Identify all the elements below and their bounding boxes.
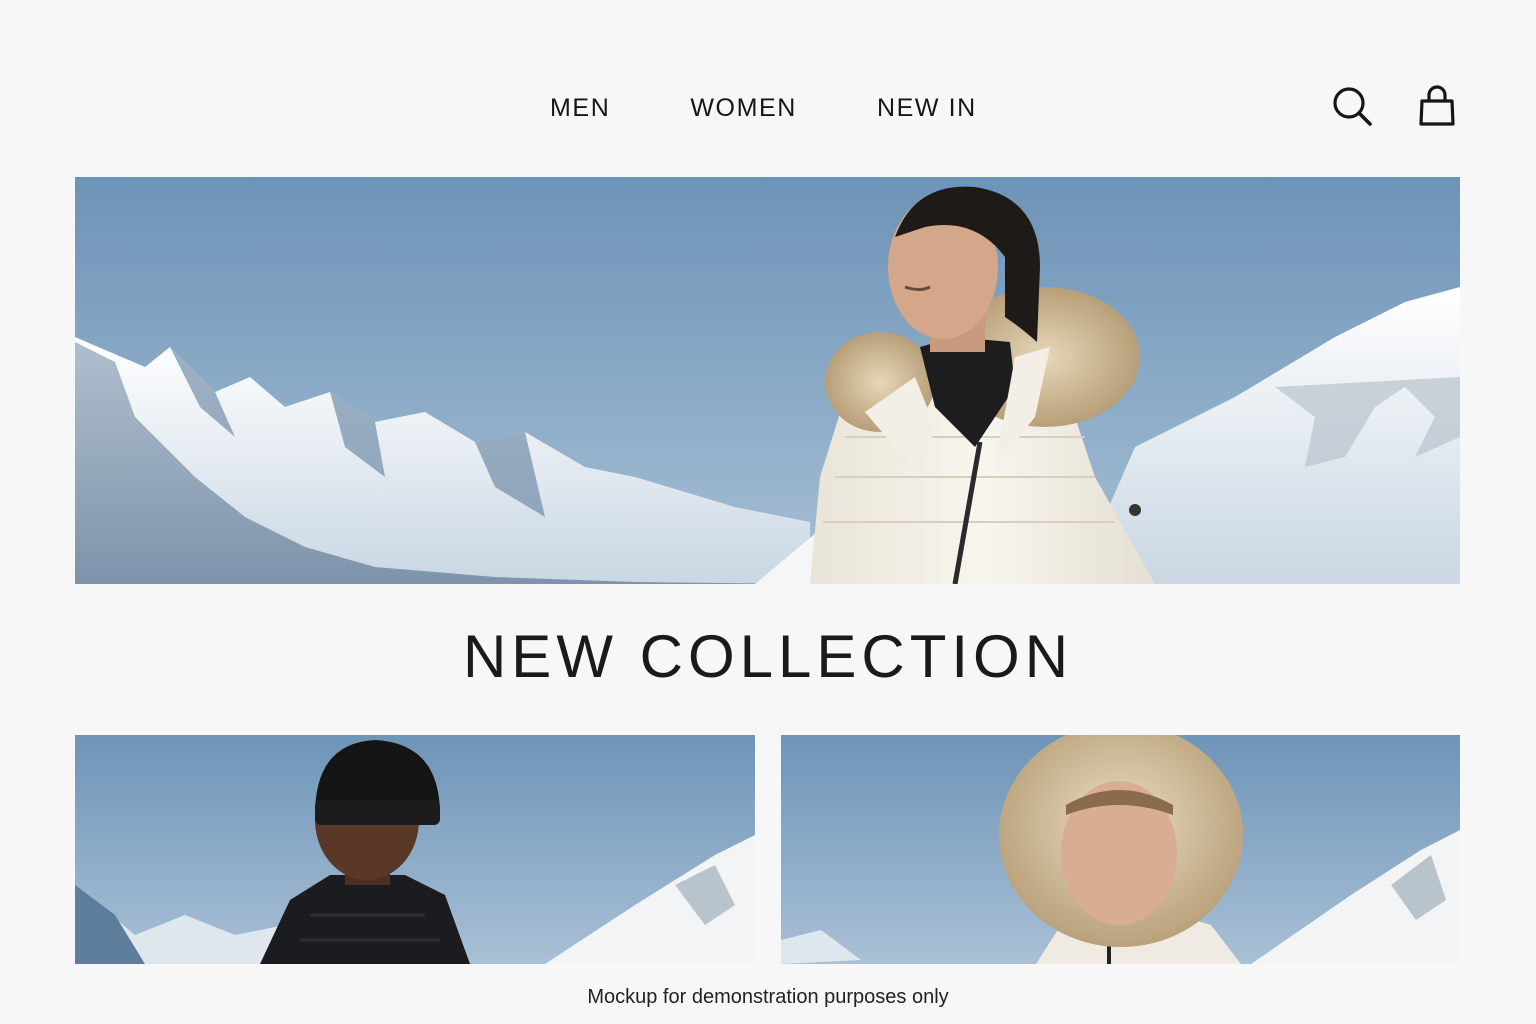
card-illustration-women [781,735,1460,964]
nav-item-men[interactable]: MEN [550,92,610,124]
main-navigation: MEN WOMEN NEW IN [0,88,1536,128]
collection-card-women[interactable] [781,735,1460,964]
footer-disclaimer: Mockup for demonstration purposes only [587,986,949,1008]
search-icon [1333,87,1372,126]
collection-card-men[interactable] [75,735,755,964]
card-illustration-men [75,735,755,964]
section-title: NEW COLLECTION [462,623,1074,690]
shopping-bag-icon [1419,85,1455,126]
shopping-bag-button[interactable] [1413,82,1461,130]
nav-links: MEN WOMEN NEW IN [550,92,977,124]
nav-item-women[interactable]: WOMEN [690,92,797,124]
hero-illustration [75,177,1460,584]
search-button[interactable] [1328,82,1376,130]
nav-item-new-in[interactable]: NEW IN [877,92,977,124]
hero-image[interactable] [75,177,1460,584]
